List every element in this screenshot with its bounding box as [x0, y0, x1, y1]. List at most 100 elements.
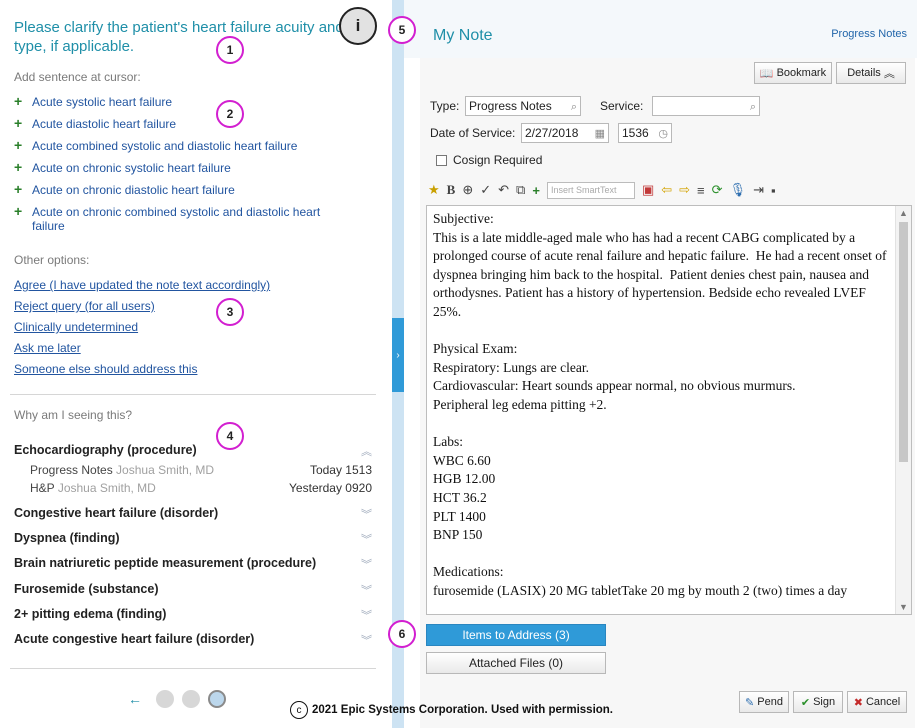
- add-icon: +: [14, 93, 23, 109]
- search-icon[interactable]: ⌕: [750, 98, 756, 116]
- scroll-up-icon[interactable]: ▲: [899, 208, 908, 218]
- import-icon[interactable]: ⇥: [753, 182, 764, 198]
- chevron-up-icon: ︽: [883, 68, 895, 80]
- finding-bnp[interactable]: Brain natriuretic peptide measurement (p…: [14, 556, 376, 572]
- someone-else-link[interactable]: Someone else should address this: [14, 362, 270, 376]
- option-acute-systolic[interactable]: + Acute systolic heart failure: [14, 93, 344, 109]
- service-label: Service:: [600, 99, 644, 113]
- add-icon[interactable]: +: [532, 183, 540, 198]
- copyright-icon: c: [290, 701, 308, 719]
- undo-icon[interactable]: ↶: [498, 182, 509, 198]
- editor-scrollbar[interactable]: ▲ ▼: [895, 206, 911, 614]
- source-row[interactable]: Progress Notes Joshua Smith, MD Today 151…: [30, 463, 372, 477]
- why-label: Why am I seeing this?: [14, 408, 133, 422]
- cosign-row[interactable]: Cosign Required: [436, 153, 542, 167]
- bookmark-button[interactable]: 📖 Bookmark: [754, 62, 832, 84]
- scrollbar-thumb[interactable]: [899, 222, 908, 462]
- finding-dyspnea[interactable]: Dyspnea (finding) ︾: [14, 531, 376, 547]
- option-chronic-combined[interactable]: + Acute on chronic combined systolic and …: [14, 203, 344, 233]
- callout-4: 4: [216, 422, 244, 450]
- refresh-icon[interactable]: ⟳: [712, 182, 723, 198]
- expand-icon[interactable]: ︾: [361, 506, 372, 522]
- date-field[interactable]: 2/27/2018 ▦: [521, 123, 609, 143]
- ask-later-link[interactable]: Ask me later: [14, 341, 270, 355]
- callout-6: 6: [388, 620, 416, 648]
- note-body-text[interactable]: Subjective: This is a late middle-aged m…: [433, 210, 889, 600]
- details-button[interactable]: Details ︽: [836, 62, 906, 84]
- type-field[interactable]: Progress Notes ⌕: [465, 96, 581, 116]
- editor-toolbar: ★ B ⊕ ✓ ↶ ⧉ + Insert SmartText ▣ ⇦ ⇨ ≡ ⟳…: [428, 178, 908, 202]
- collapse-panel-handle[interactable]: ›: [392, 318, 404, 392]
- pend-button[interactable]: ✎ Pend: [739, 691, 789, 713]
- cancel-button[interactable]: ✖ Cancel: [847, 691, 907, 713]
- spellcheck-icon[interactable]: ✓: [480, 182, 491, 198]
- add-icon: +: [14, 181, 23, 197]
- add-icon: +: [14, 203, 23, 219]
- finding-congestive-heart-failure[interactable]: Congestive heart failure (disorder) ︾: [14, 506, 376, 522]
- page-dot-1[interactable]: [156, 690, 174, 708]
- add-icon: +: [14, 159, 23, 175]
- panel-splitter[interactable]: ›: [392, 0, 404, 728]
- zoom-icon[interactable]: ⊕: [462, 182, 473, 198]
- attached-files-button[interactable]: Attached Files (0): [426, 652, 606, 674]
- microphone-icon[interactable]: 🎙: [730, 182, 747, 198]
- expand-icon[interactable]: ︾: [361, 531, 372, 547]
- save-icon[interactable]: ▪: [771, 183, 776, 198]
- insert-icon[interactable]: ▣: [642, 182, 654, 198]
- page-dot-3-current[interactable]: [208, 690, 226, 708]
- back-arrow-icon[interactable]: ←: [128, 691, 142, 707]
- diagnosis-option-list: + Acute systolic heart failure + Acute dia…: [14, 93, 344, 241]
- agree-link[interactable]: Agree (I have updated the note text acco…: [14, 278, 270, 292]
- source-row[interactable]: H&P Joshua Smith, MD Yesterday 0920: [30, 481, 372, 495]
- service-field[interactable]: ⌕: [652, 96, 760, 116]
- expand-icon[interactable]: ︾: [361, 556, 372, 572]
- option-chronic-systolic[interactable]: + Acute on chronic systolic heart failure: [14, 159, 344, 175]
- option-chronic-diastolic[interactable]: + Acute on chronic diastolic heart failur…: [14, 181, 344, 197]
- calendar-icon[interactable]: ▦: [595, 125, 605, 143]
- finding-pitting-edema[interactable]: 2+ pitting edema (finding) ︾: [14, 607, 376, 623]
- smarttext-input[interactable]: Insert SmartText: [546, 181, 635, 199]
- time-field[interactable]: 1536 ◷: [618, 123, 672, 143]
- arrow-left-icon[interactable]: ⇦: [661, 182, 672, 198]
- divider: [10, 394, 376, 395]
- date-of-service-label: Date of Service:: [430, 126, 516, 140]
- note-editor-area: 📖 Bookmark Details ︽ Type: Progress Notes ⌕…: [420, 58, 915, 728]
- cosign-checkbox[interactable]: [436, 154, 447, 166]
- expand-icon[interactable]: ︾: [361, 632, 372, 648]
- note-panel: My Note Progress Notes 📖 Bookmark Details…: [404, 0, 917, 728]
- note-text-editor[interactable]: Subjective: This is a late middle-aged m…: [426, 205, 912, 615]
- info-badge: i: [339, 7, 377, 45]
- sign-button[interactable]: ✔ Sign: [793, 691, 843, 713]
- progress-notes-link[interactable]: Progress Notes: [831, 28, 907, 40]
- note-title: My Note: [433, 27, 493, 44]
- callout-1: 1: [216, 36, 244, 64]
- finding-acute-chf[interactable]: Acute congestive heart failure (disorder…: [14, 632, 376, 648]
- scroll-down-icon[interactable]: ▼: [899, 602, 908, 612]
- expand-icon[interactable]: ︾: [361, 582, 372, 598]
- finding-furosemide[interactable]: Furosemide (substance) ︾: [14, 582, 376, 598]
- finding-echocardiography[interactable]: Echocardiography (procedure) ︽: [14, 443, 376, 459]
- divider: [10, 668, 376, 669]
- option-acute-combined[interactable]: + Acute combined systolic and diastolic h…: [14, 138, 344, 153]
- other-options-label: Other options:: [14, 253, 90, 267]
- note-header: My Note Progress Notes: [404, 0, 917, 58]
- query-panel: Please clarify the patient's heart failu…: [0, 0, 392, 728]
- collapse-icon[interactable]: ︽: [361, 443, 372, 459]
- list-icon[interactable]: ≡: [697, 183, 705, 198]
- callout-5: 5: [388, 16, 416, 44]
- bookmark-icon: 📖: [759, 67, 774, 80]
- copy-icon[interactable]: ⧉: [516, 182, 525, 198]
- callout-2: 2: [216, 100, 244, 128]
- arrow-right-icon[interactable]: ⇨: [679, 182, 690, 198]
- bold-button[interactable]: B: [447, 182, 456, 198]
- star-icon[interactable]: ★: [428, 182, 440, 198]
- close-icon: ✖: [853, 696, 863, 709]
- copyright-notice: c 2021 Epic Systems Corporation. Used wi…: [290, 701, 613, 719]
- items-to-address-button[interactable]: Items to Address (3): [426, 624, 606, 646]
- expand-icon[interactable]: ︾: [361, 607, 372, 623]
- clock-icon[interactable]: ◷: [658, 125, 668, 143]
- page-dot-2[interactable]: [182, 690, 200, 708]
- search-icon[interactable]: ⌕: [571, 98, 577, 116]
- option-acute-diastolic[interactable]: + Acute diastolic heart failure: [14, 116, 344, 131]
- pend-icon: ✎: [745, 696, 755, 709]
